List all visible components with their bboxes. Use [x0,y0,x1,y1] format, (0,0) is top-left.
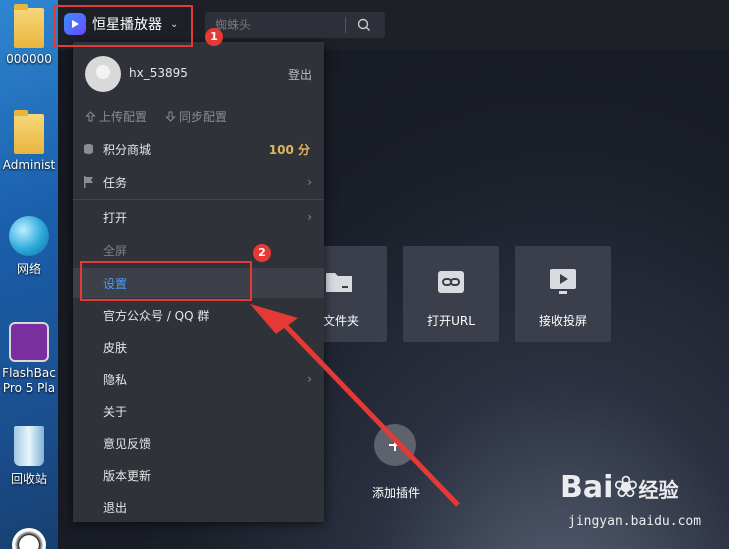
annotation-arrow [250,304,460,507]
watermark-brand2: 经验 [638,478,679,502]
watermark-url: jingyan.baidu.com [568,514,702,529]
paw-icon: ❀ [613,470,639,505]
baidu-watermark: Bai❀经验 [560,470,679,505]
watermark-brand: Bai [560,470,614,505]
